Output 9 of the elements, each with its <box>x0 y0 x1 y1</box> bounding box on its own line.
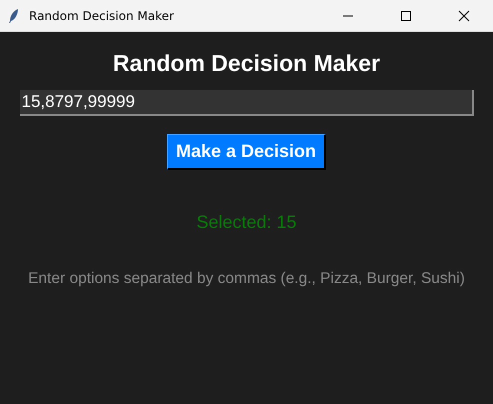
hint-text: Enter options separated by commas (e.g., Pizza, Burger, Sushi) <box>28 270 465 288</box>
options-input-field[interactable]: 15,8797,99999 <box>20 90 474 116</box>
window-title: Random Decision Maker <box>29 8 175 22</box>
feather-icon <box>8 8 20 24</box>
make-decision-button[interactable]: Make a Decision <box>166 134 326 170</box>
app-heading: Random Decision Maker <box>112 50 380 77</box>
close-icon[interactable] <box>458 10 470 22</box>
maximize-icon[interactable] <box>400 10 412 22</box>
result-text: Selected: 15 <box>196 212 297 233</box>
